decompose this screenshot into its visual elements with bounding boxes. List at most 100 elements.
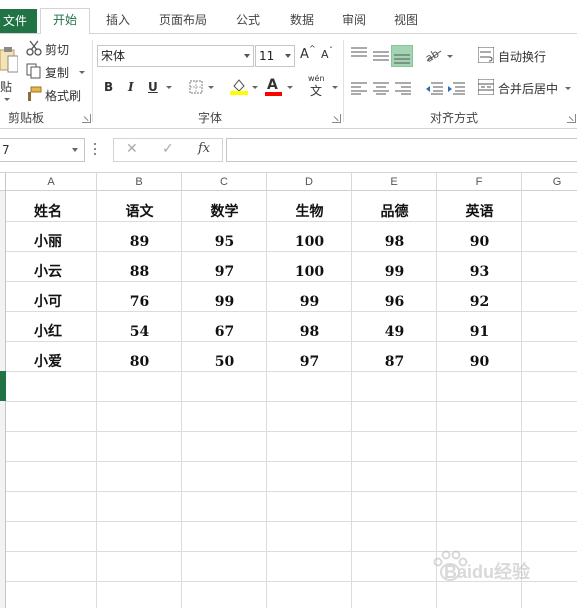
formula-bar-splitter-icon[interactable]: [94, 143, 97, 155]
orientation-icon[interactable]: ab: [425, 47, 443, 63]
phonetic-button[interactable]: wén 文: [308, 74, 332, 98]
worksheet-grid[interactable]: A B C D E F G 姓名 语文 数学 生物 品德 英语 小丽 89 95…: [0, 173, 577, 608]
table-cell[interactable]: 98: [267, 317, 352, 347]
font-group-label: 字体: [198, 111, 223, 125]
orientation-dropdown-icon[interactable]: [447, 55, 453, 58]
tab-file[interactable]: 文件: [0, 9, 37, 33]
table-cell[interactable]: 80: [97, 347, 182, 377]
align-middle-icon[interactable]: [373, 49, 389, 63]
table-cell[interactable]: 76: [97, 287, 182, 317]
tab-review[interactable]: 审阅: [332, 9, 376, 34]
increase-indent-icon[interactable]: [447, 81, 465, 95]
phonetic-dropdown-icon[interactable]: [332, 86, 338, 89]
scissors-icon: [26, 40, 42, 56]
column-header-g[interactable]: G: [522, 173, 577, 191]
table-header-cell[interactable]: 姓名: [6, 197, 97, 227]
table-cell[interactable]: 100: [267, 257, 352, 287]
tab-view[interactable]: 视图: [384, 9, 428, 34]
column-header-f[interactable]: F: [437, 173, 522, 191]
table-cell[interactable]: 小红: [6, 317, 97, 347]
table-cell[interactable]: 93: [437, 257, 522, 287]
decrease-indent-icon[interactable]: [425, 81, 443, 95]
table-header-cell[interactable]: 生物: [267, 197, 352, 227]
name-box[interactable]: 7: [0, 138, 85, 162]
table-cell[interactable]: 92: [437, 287, 522, 317]
table-cell[interactable]: 99: [352, 257, 437, 287]
font-name-select[interactable]: 宋体: [97, 45, 254, 67]
align-top-icon[interactable]: [351, 47, 367, 61]
chevron-down-icon: [72, 148, 78, 152]
border-icon[interactable]: [189, 80, 203, 94]
font-launcher-icon[interactable]: [332, 114, 341, 123]
table-cell[interactable]: 89: [97, 227, 182, 257]
font-color-icon: A: [267, 77, 278, 93]
table-cell[interactable]: 99: [267, 287, 352, 317]
grid-line: [6, 461, 577, 462]
table-cell[interactable]: 90: [437, 347, 522, 377]
fill-color-dropdown-icon[interactable]: [252, 86, 258, 89]
italic-button[interactable]: I: [128, 80, 134, 94]
formula-input[interactable]: [226, 138, 577, 162]
table-header-cell[interactable]: 数学: [182, 197, 267, 227]
table-header-cell[interactable]: 语文: [97, 197, 182, 227]
table-cell[interactable]: 88: [97, 257, 182, 287]
enter-icon[interactable]: ✓: [162, 141, 174, 157]
table-cell[interactable]: 67: [182, 317, 267, 347]
increase-font-button[interactable]: A ^: [300, 44, 316, 65]
column-header-e[interactable]: E: [352, 173, 437, 191]
table-header-cell[interactable]: 品德: [352, 197, 437, 227]
copy-button[interactable]: 复制: [25, 63, 87, 81]
paste-button[interactable]: 贴: [0, 40, 20, 101]
table-cell[interactable]: 99: [182, 287, 267, 317]
column-header-d[interactable]: D: [267, 173, 352, 191]
align-bottom-button[interactable]: [391, 45, 413, 67]
table-cell[interactable]: 50: [182, 347, 267, 377]
column-header-a[interactable]: A: [6, 173, 97, 191]
underline-button[interactable]: U: [148, 80, 158, 94]
cancel-icon[interactable]: ✕: [126, 141, 138, 157]
bold-button[interactable]: B: [104, 80, 113, 94]
table-cell[interactable]: 91: [437, 317, 522, 347]
table-cell[interactable]: 小丽: [6, 227, 97, 257]
table-cell[interactable]: 98: [352, 227, 437, 257]
tab-data[interactable]: 数据: [280, 9, 324, 34]
align-right-icon[interactable]: [395, 81, 411, 95]
table-cell[interactable]: 87: [352, 347, 437, 377]
decrease-font-button[interactable]: A ˇ: [321, 46, 337, 66]
underline-dropdown-icon[interactable]: [166, 86, 172, 89]
table-cell[interactable]: 95: [182, 227, 267, 257]
clipboard-launcher-icon[interactable]: [82, 114, 91, 123]
fill-color-icon[interactable]: [230, 77, 248, 95]
table-cell[interactable]: 90: [437, 227, 522, 257]
table-cell[interactable]: 97: [182, 257, 267, 287]
wrap-text-icon: [478, 47, 494, 63]
table-cell[interactable]: 54: [97, 317, 182, 347]
align-center-icon[interactable]: [373, 81, 389, 95]
font-size-select[interactable]: 11: [255, 45, 295, 67]
font-color-dropdown-icon[interactable]: [287, 86, 293, 89]
merge-center-button[interactable]: 合并后居中: [478, 78, 577, 98]
wrap-text-button[interactable]: 自动换行: [478, 46, 558, 66]
border-dropdown-icon[interactable]: [208, 86, 214, 89]
table-cell[interactable]: 100: [267, 227, 352, 257]
table-cell[interactable]: 49: [352, 317, 437, 347]
column-header-b[interactable]: B: [97, 173, 182, 191]
table-cell[interactable]: 小爱: [6, 347, 97, 377]
table-cell[interactable]: 96: [352, 287, 437, 317]
table-header-cell[interactable]: 英语: [437, 197, 522, 227]
tab-insert[interactable]: 插入: [96, 9, 140, 34]
table-cell[interactable]: 97: [267, 347, 352, 377]
tab-formulas[interactable]: 公式: [226, 9, 270, 34]
table-cell[interactable]: 小云: [6, 257, 97, 287]
font-color-button[interactable]: A: [265, 77, 283, 97]
insert-function-icon[interactable]: fx: [198, 141, 210, 156]
alignment-launcher-icon[interactable]: [567, 114, 576, 123]
tab-page-layout[interactable]: 页面布局: [150, 9, 216, 34]
cut-button[interactable]: 剪切: [25, 40, 75, 58]
column-header-c[interactable]: C: [182, 173, 267, 191]
baidu-watermark: Baidu经验: [430, 548, 550, 588]
table-cell[interactable]: 小可: [6, 287, 97, 317]
format-painter-button[interactable]: 格式刷: [25, 86, 87, 104]
align-left-icon[interactable]: [351, 81, 367, 95]
tab-home[interactable]: 开始: [40, 8, 90, 35]
